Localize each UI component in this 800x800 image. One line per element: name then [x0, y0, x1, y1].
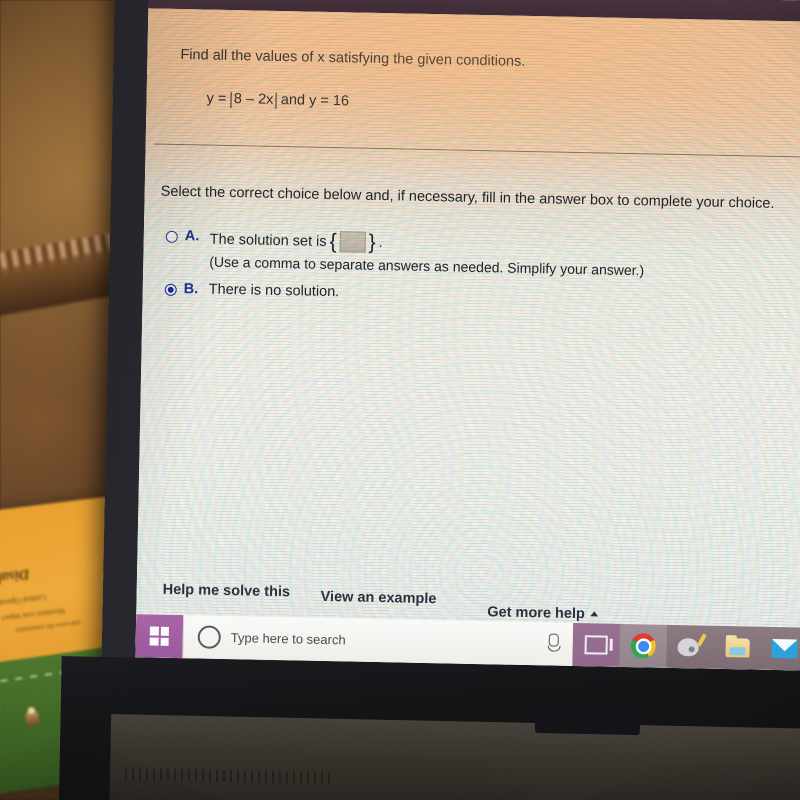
- start-button[interactable]: [135, 614, 184, 659]
- choice-a-letter: A.: [184, 228, 200, 245]
- caret-up-icon: [589, 611, 598, 617]
- search-placeholder-text: Type here to search: [230, 630, 346, 648]
- choice-b[interactable]: B. There is no solution.: [164, 281, 340, 301]
- laptop-deck: [108, 714, 800, 800]
- chrome-icon: [630, 633, 656, 659]
- get-more-help-link[interactable]: Get more help: [487, 604, 598, 622]
- question-prompt: Find all the values of x satisfying the …: [180, 46, 526, 70]
- search-input[interactable]: Type here to search: [182, 615, 574, 666]
- choice-a-period: .: [378, 234, 383, 251]
- brace-close: }: [368, 230, 376, 254]
- laptop-screen: (Quadratic in Form a... Find all the val…: [135, 0, 800, 671]
- absolute-value-expression: 8 – 2x: [230, 91, 277, 109]
- choice-a-hint: (Use a comma to separate answers as need…: [209, 253, 645, 279]
- laptop-hinge-notch: [534, 710, 641, 736]
- brace-open: {: [329, 229, 337, 253]
- flyer-title: Disability: [0, 565, 31, 589]
- paint-button[interactable]: [666, 625, 714, 669]
- chrome-button[interactable]: [619, 623, 668, 668]
- file-explorer-button[interactable]: [713, 626, 761, 670]
- flyer-line-2: Maximize your impact: [1, 606, 66, 623]
- answer-input-a[interactable]: [339, 231, 366, 253]
- section-divider: [153, 143, 800, 158]
- mail-button[interactable]: [760, 627, 800, 671]
- envelope-icon: [770, 638, 798, 659]
- homework-page: Find all the values of x satisfying the …: [135, 8, 800, 671]
- folder-icon: [724, 635, 750, 658]
- choice-a-content: The solution set is { } . (Use a comma t…: [209, 229, 645, 279]
- radio-button-a[interactable]: [165, 230, 178, 243]
- question-equation: y = 8 – 2x and y = 16: [206, 91, 349, 111]
- help-me-solve-this-link[interactable]: Help me solve this: [163, 582, 291, 601]
- choice-b-letter: B.: [183, 281, 199, 298]
- equation-prefix: y =: [206, 90, 227, 107]
- photo-of-laptop-screen: Disability Central Operations Maximize y…: [0, 0, 800, 800]
- choice-a[interactable]: A. The solution set is { } . (Use a comm…: [165, 228, 645, 279]
- radio-button-b[interactable]: [164, 283, 177, 296]
- choice-a-text: The solution set is: [209, 231, 327, 250]
- task-view-button[interactable]: [572, 622, 621, 667]
- choice-b-text: There is no solution.: [208, 281, 340, 301]
- flyer-line-1: Central Operations: [0, 592, 47, 610]
- get-more-help-label: Get more help: [487, 604, 585, 623]
- windows-logo-icon: [149, 626, 169, 646]
- cortana-circle-icon: [197, 625, 221, 649]
- microphone-icon[interactable]: [548, 633, 559, 647]
- paint-icon: [677, 633, 707, 658]
- flyer-line-3: and serve the community: [14, 618, 81, 634]
- board-figure: [24, 709, 40, 727]
- question-body: Find all the values of x satisfying the …: [135, 8, 800, 670]
- equation-suffix: and y = 16: [280, 91, 350, 110]
- view-an-example-link[interactable]: View an example: [320, 589, 436, 607]
- task-view-icon: [584, 635, 608, 655]
- question-instruction: Select the correct choice below and, if …: [160, 183, 775, 212]
- taskbar-icons: [572, 622, 800, 671]
- choice-a-line: The solution set is { } .: [210, 229, 645, 259]
